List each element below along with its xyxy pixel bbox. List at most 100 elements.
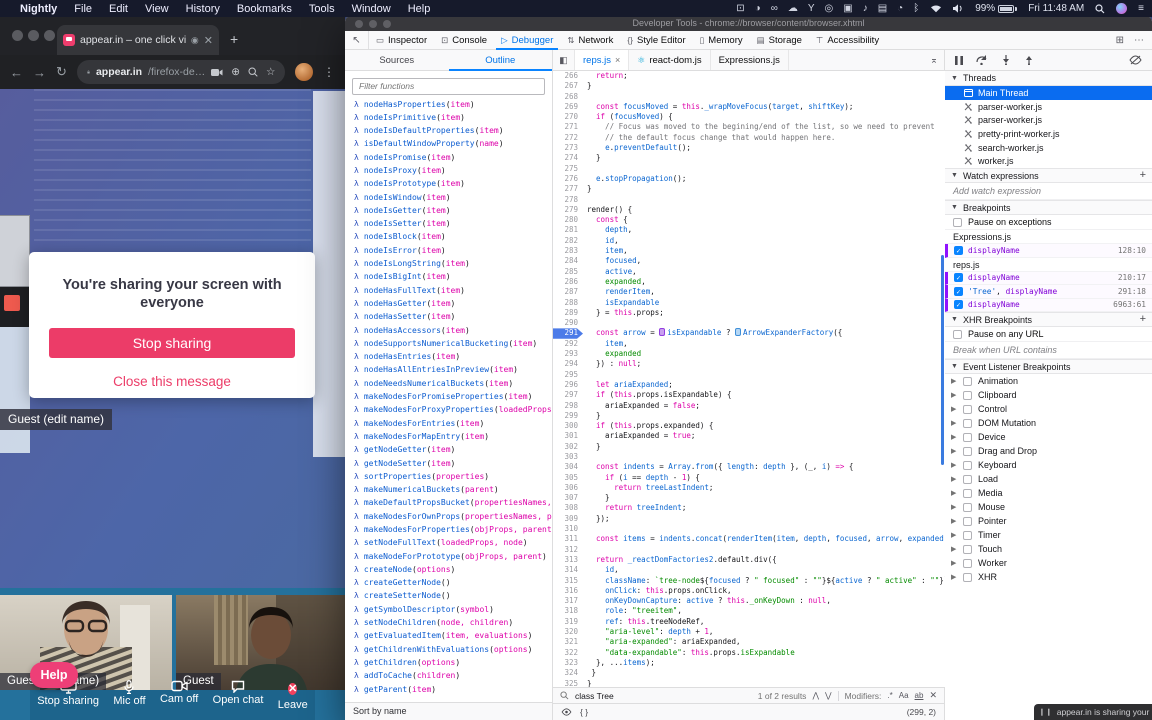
breakpoint-entry[interactable]: ✓ displayName 128:10 (945, 244, 1152, 258)
line-number[interactable]: 278 (553, 195, 583, 205)
line-number[interactable]: 315 (553, 576, 583, 586)
event-category-device[interactable]: ▶ Device (945, 430, 1152, 444)
outline-item-nodehasentries[interactable]: λ nodeHasEntries(item) (345, 350, 552, 363)
line-number[interactable]: 311 (553, 534, 583, 544)
line-number[interactable]: 322 (553, 648, 583, 658)
line-number[interactable]: 313 (553, 555, 583, 565)
expand-arrow-icon[interactable]: ▶ (951, 531, 957, 539)
devtools-window-controls[interactable] (355, 20, 391, 28)
outline-item-nodeisproxy[interactable]: λ nodeIsProxy(item) (345, 164, 552, 177)
line-number[interactable]: 316 (553, 586, 583, 596)
event-category-checkbox[interactable] (963, 460, 972, 470)
line-number[interactable]: 305 (553, 473, 583, 483)
line-number[interactable]: 286 (553, 277, 583, 287)
menu-edit[interactable]: Edit (109, 3, 128, 15)
breakpoint-group-expressions-js[interactable]: Expressions.js (945, 230, 1152, 245)
expand-arrow-icon[interactable]: ▶ (951, 447, 957, 455)
event-listener-breakpoints-header[interactable]: ▼ Event Listener Breakpoints (945, 359, 1152, 375)
line-number[interactable]: 282 (553, 236, 583, 246)
line-number[interactable]: 296 (553, 380, 583, 390)
outline-item-nodehasallentriesinpreview[interactable]: λ nodeHasAllEntriesInPreview(item) (345, 363, 552, 376)
infinity-icon[interactable]: ∞ (771, 3, 778, 14)
event-category-checkbox[interactable] (963, 544, 972, 554)
event-category-clipboard[interactable]: ▶ Clipboard (945, 388, 1152, 402)
expand-arrow-icon[interactable]: ▶ (951, 503, 957, 511)
outline-item-makedefaultpropsbucket[interactable]: λ makeDefaultPropsBucket(propertiesNames,… (345, 496, 552, 509)
event-category-checkbox[interactable] (963, 502, 972, 512)
siri-icon[interactable] (1116, 3, 1128, 14)
tab-memory[interactable]: ▯ Memory (693, 31, 750, 49)
tab-sources[interactable]: Sources (345, 50, 449, 70)
line-number[interactable]: 318 (553, 606, 583, 616)
outline-item-nodehasaccessors[interactable]: λ nodeHasAccessors(item) (345, 324, 552, 337)
tab-accessibility[interactable]: ⊤ Accessibility (809, 31, 886, 49)
thread-search-worker-js[interactable]: search-worker.js (945, 141, 1152, 155)
outline-item-nodehassetter[interactable]: λ nodeHasSetter(item) (345, 310, 552, 323)
disable-breakpoints-icon[interactable] (1129, 55, 1142, 65)
breakpoint-checkbox[interactable]: ✓ (954, 245, 963, 255)
event-category-control[interactable]: ▶ Control (945, 402, 1152, 416)
breakpoint-checkbox[interactable]: ✓ (954, 273, 963, 283)
line-number[interactable]: 308 (553, 503, 583, 513)
tab-audio-icon[interactable]: ◉ (191, 35, 199, 46)
close-message-link[interactable]: Close this message (43, 374, 301, 389)
expand-arrow-icon[interactable]: ▶ (951, 391, 957, 399)
watch-expressions-header[interactable]: ▼ Watch expressions + (945, 168, 1152, 184)
event-category-checkbox[interactable] (963, 446, 972, 456)
menu-window[interactable]: Window (352, 3, 391, 15)
thread-parser-worker-js[interactable]: parser-worker.js (945, 113, 1152, 127)
event-category-checkbox[interactable] (963, 390, 972, 400)
tab-debugger[interactable]: ▷ Debugger (494, 31, 560, 50)
pause-on-exceptions[interactable]: Pause on exceptions (945, 215, 1152, 231)
outline-item-getevaluateditem[interactable]: λ getEvaluatedItem(item, evaluations) (345, 629, 552, 642)
event-category-worker[interactable]: ▶ Worker (945, 556, 1152, 570)
outline-item-createsetternode[interactable]: λ createSetterNode() (345, 589, 552, 602)
editor-scrollbar[interactable] (941, 255, 944, 465)
add-watch-expression-input[interactable]: Add watch expression (945, 183, 1152, 201)
screenshare-camera-icon[interactable] (211, 68, 223, 77)
minimize-window-button[interactable] (28, 30, 39, 41)
preview-eye-icon[interactable] (561, 708, 572, 716)
expand-arrow-icon[interactable]: ▶ (951, 489, 957, 497)
outline-item-nodeisbigint[interactable]: λ nodeIsBigInt(item) (345, 270, 552, 283)
inline-breakpoint-marker[interactable] (659, 328, 666, 337)
line-number[interactable]: 309 (553, 514, 583, 524)
search-close-icon[interactable]: ✕ (929, 690, 937, 701)
breakpoint-group-reps-js[interactable]: reps.js (945, 258, 1152, 272)
regex-toggle[interactable]: .* (887, 691, 892, 700)
line-number[interactable]: 283 (553, 246, 583, 256)
cloud-icon[interactable]: ☁ (788, 3, 798, 14)
outline-item-nodeiserror[interactable]: λ nodeIsError(item) (345, 244, 552, 257)
breakpoint-entry[interactable]: ✓ displayName 210:17 (945, 271, 1152, 286)
line-number[interactable]: 320 (553, 627, 583, 637)
case-sensitive-toggle[interactable]: Aa (899, 691, 909, 700)
outline-item-nodeiswindow[interactable]: λ nodeIsWindow(item) (345, 191, 552, 204)
line-number[interactable]: 292 (553, 339, 583, 349)
breakpoint-marker[interactable]: 291 (553, 328, 583, 339)
help-button[interactable]: Help (30, 662, 78, 688)
notification-center-icon[interactable]: ≡ (1138, 3, 1144, 14)
pause-on-any-url[interactable]: Pause on any URL (945, 327, 1152, 343)
outline-item-nodeisdefaultproperties[interactable]: λ nodeIsDefaultProperties(item) (345, 124, 552, 137)
outline-item-makenumericalbuckets[interactable]: λ makeNumericalBuckets(parent) (345, 483, 552, 496)
event-category-touch[interactable]: ▶ Touch (945, 542, 1152, 556)
line-number[interactable]: 310 (553, 524, 583, 534)
settings-icon[interactable]: ◎ (825, 3, 834, 14)
line-number[interactable]: 300 (553, 421, 583, 431)
tab-outline[interactable]: Outline (448, 50, 553, 71)
outline-item-setnodefulltext[interactable]: λ setNodeFullText(loadedProps, node) (345, 536, 552, 549)
expand-arrow-icon[interactable]: ▶ (951, 517, 957, 525)
video-thumbnail-guest[interactable]: Guest (176, 595, 345, 690)
event-category-checkbox[interactable] (963, 432, 972, 442)
line-number[interactable]: 288 (553, 298, 583, 308)
add-xhr-breakpoints-header-icon[interactable]: + (1140, 314, 1146, 325)
outline-item-makenodesforproperties[interactable]: λ makeNodesForProperties(objProps, parent… (345, 523, 552, 536)
event-category-checkbox[interactable] (963, 404, 972, 414)
event-category-animation[interactable]: ▶ Animation (945, 374, 1152, 388)
outline-item-creategetternode[interactable]: λ createGetterNode() (345, 576, 552, 589)
expand-arrow-icon[interactable]: ▶ (951, 405, 957, 413)
outline-item-makenodesforownprops[interactable]: λ makeNodesForOwnProps(propertiesNames, p… (345, 510, 552, 523)
inline-breakpoint-marker[interactable] (734, 328, 741, 337)
step-out-icon[interactable] (1024, 55, 1034, 65)
outline-item-sortproperties[interactable]: λ sortProperties(properties) (345, 470, 552, 483)
